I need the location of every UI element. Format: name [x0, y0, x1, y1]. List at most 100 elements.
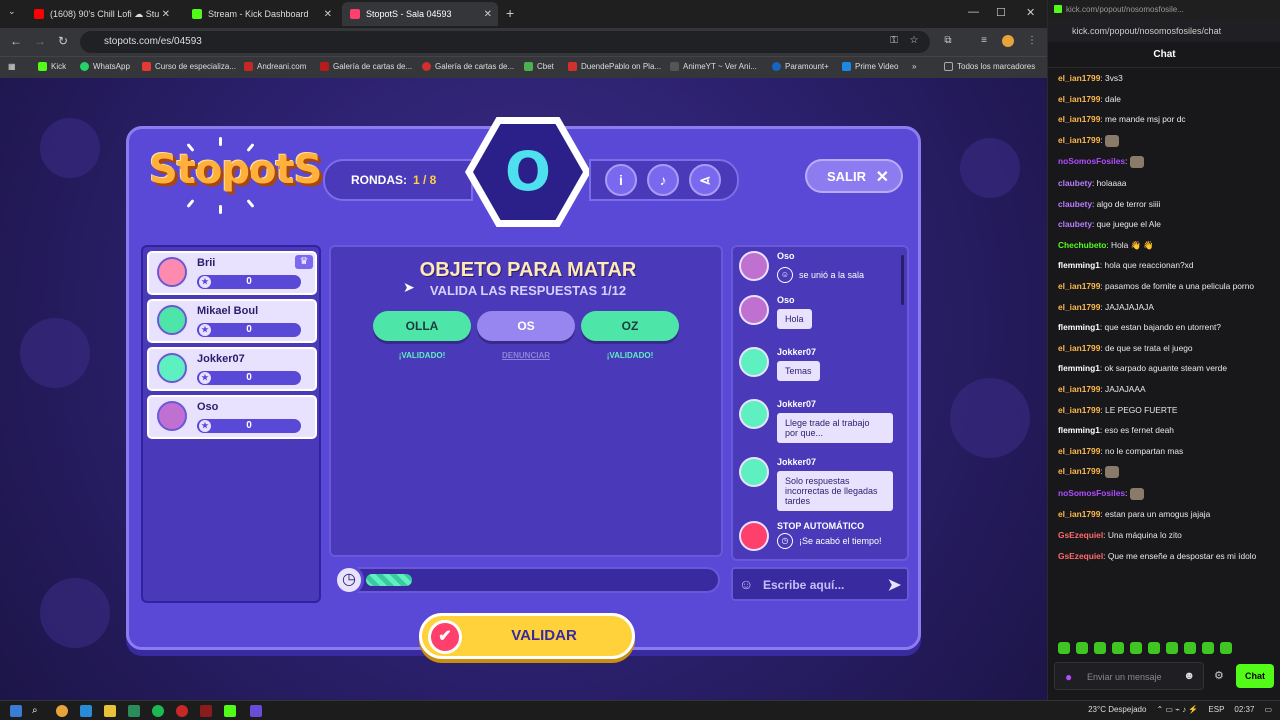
extensions-icon[interactable]: ⧉: [942, 35, 954, 47]
chrome-icon[interactable]: [56, 705, 68, 717]
profile-avatar[interactable]: [1002, 35, 1014, 47]
chat-username[interactable]: flemming1: [1058, 363, 1100, 373]
kick-message-input[interactable]: ● Enviar un mensaje ☻: [1054, 662, 1204, 690]
send-icon[interactable]: ➤: [888, 575, 901, 595]
menu-icon[interactable]: ⋮: [1026, 35, 1038, 47]
stopots-app-icon[interactable]: [250, 705, 262, 717]
chat-input[interactable]: ☺ Escribe aquí... ➤: [731, 567, 909, 601]
spotify-icon[interactable]: [152, 705, 164, 717]
tab-youtube[interactable]: (1608) 90's Chill Lofi ☁ Stu ✕: [26, 2, 176, 26]
emote-icon[interactable]: [1076, 642, 1088, 654]
chat-scrollbar[interactable]: [901, 255, 904, 305]
tab-search-icon[interactable]: ⌄: [8, 6, 16, 17]
forward-icon[interactable]: →: [34, 34, 46, 48]
bookmark-paramount[interactable]: Paramount+: [772, 62, 829, 71]
address-bar[interactable]: stopots.com/es/04593: [80, 31, 930, 53]
chat-username[interactable]: noSomosFosiles: [1058, 488, 1125, 498]
chat-username[interactable]: claubety: [1058, 178, 1092, 188]
back-icon[interactable]: ←: [10, 34, 22, 48]
exit-button[interactable]: SALIR ✕: [805, 159, 903, 193]
chat-username[interactable]: el_ian1799: [1058, 467, 1100, 477]
chat-username[interactable]: el_ian1799: [1058, 384, 1100, 394]
close-icon[interactable]: ✕: [162, 9, 170, 20]
bookmark-curso[interactable]: Curso de especializa...: [142, 62, 236, 71]
chat-username[interactable]: claubety: [1058, 219, 1092, 229]
media-icon[interactable]: ≡: [978, 35, 990, 47]
clock[interactable]: 02:37: [1234, 705, 1254, 714]
chat-username[interactable]: flemming1: [1058, 322, 1100, 332]
answer-button[interactable]: OZ: [581, 311, 679, 341]
validate-button[interactable]: ✔ VALIDAR: [419, 613, 635, 659]
answer-button[interactable]: OLLA: [373, 311, 471, 341]
folder-icon[interactable]: [104, 705, 116, 717]
notifications-icon[interactable]: ▭: [1264, 705, 1272, 714]
sound-icon[interactable]: ♪: [647, 164, 679, 196]
emote-icon[interactable]: [1184, 642, 1196, 654]
chat-username[interactable]: el_ian1799: [1058, 73, 1100, 83]
info-icon[interactable]: i: [605, 164, 637, 196]
chat-username[interactable]: flemming1: [1058, 260, 1100, 270]
bookmark-all[interactable]: Todos los marcadores: [944, 62, 1035, 71]
maximize-icon[interactable]: ☐: [996, 6, 1006, 19]
bookmark-andreani[interactable]: Andreani.com: [244, 62, 306, 71]
search-icon[interactable]: ⌕: [32, 705, 44, 717]
opera-icon[interactable]: [176, 705, 188, 717]
bookmark-cbet[interactable]: Cbet: [524, 62, 554, 71]
reload-icon[interactable]: ↻: [58, 34, 68, 48]
bookmark-galeria-1[interactable]: Galería de cartas de...: [320, 62, 412, 71]
store-icon[interactable]: [128, 705, 140, 717]
close-icon[interactable]: ✕: [484, 9, 492, 20]
chat-username[interactable]: el_ian1799: [1058, 343, 1100, 353]
emote-icon[interactable]: [1058, 642, 1070, 654]
chat-username[interactable]: el_ian1799: [1058, 302, 1100, 312]
chat-username[interactable]: el_ian1799: [1058, 114, 1100, 124]
bookmark-whatsapp[interactable]: WhatsApp: [80, 62, 130, 71]
language[interactable]: ESP: [1208, 705, 1224, 714]
emoji-icon[interactable]: ☺: [739, 576, 753, 592]
tray-icons[interactable]: ⌃ ▭ ⌁ ♪ ⚡: [1156, 705, 1198, 714]
kick-icon[interactable]: [224, 705, 236, 717]
chat-username[interactable]: el_ian1799: [1058, 135, 1100, 145]
more-bookmarks-icon[interactable]: »: [912, 62, 916, 71]
bookmark-galeria-2[interactable]: Galería de cartas de...: [422, 62, 514, 71]
bookmark-duendepablo[interactable]: DuendePablo on Pla...: [568, 62, 661, 71]
emote-icon[interactable]: [1166, 642, 1178, 654]
weather[interactable]: 23°C Despejado: [1088, 705, 1146, 714]
emote-icon[interactable]: [1112, 642, 1124, 654]
emote-icon[interactable]: [1130, 642, 1142, 654]
chat-username[interactable]: claubety: [1058, 199, 1092, 209]
copilot-icon[interactable]: [80, 705, 92, 717]
chat-username[interactable]: el_ian1799: [1058, 94, 1100, 104]
app-icon[interactable]: [200, 705, 212, 717]
password-key-icon[interactable]: ⚿: [888, 35, 900, 47]
chat-send-button[interactable]: Chat: [1236, 664, 1274, 688]
chat-username[interactable]: GsEzequiel: [1058, 530, 1103, 540]
windows-icon[interactable]: [10, 705, 22, 717]
emote-icon[interactable]: [1202, 642, 1214, 654]
minimize-icon[interactable]: —: [968, 6, 979, 18]
answer-button[interactable]: OS: [477, 311, 575, 341]
new-tab-icon[interactable]: +: [506, 5, 514, 21]
chat-username[interactable]: el_ian1799: [1058, 509, 1100, 519]
chat-username[interactable]: Chechubeto: [1058, 240, 1106, 250]
report-link[interactable]: DENUNCIAR: [477, 351, 575, 360]
chat-username[interactable]: GsEzequiel: [1058, 551, 1103, 561]
chat-username[interactable]: el_ian1799: [1058, 405, 1100, 415]
emote-icon[interactable]: [1094, 642, 1106, 654]
close-window-icon[interactable]: ✕: [1026, 6, 1035, 19]
chat-username[interactable]: flemming1: [1058, 425, 1100, 435]
apps-icon[interactable]: ▦: [8, 62, 16, 71]
close-icon[interactable]: ✕: [324, 9, 332, 20]
bookmark-animeyt[interactable]: AnimeYT ~ Ver Ani...: [670, 62, 757, 71]
emote-icon[interactable]: [1220, 642, 1232, 654]
tab-stopots[interactable]: StopotS - Sala 04593 ✕: [342, 2, 498, 26]
bookmark-kick[interactable]: Kick: [38, 62, 66, 71]
bookmark-star-icon[interactable]: ☆: [908, 35, 920, 47]
share-icon[interactable]: ⋖: [689, 164, 721, 196]
chat-username[interactable]: el_ian1799: [1058, 281, 1100, 291]
chat-username[interactable]: noSomosFosiles: [1058, 157, 1125, 167]
emote-icon[interactable]: [1148, 642, 1160, 654]
tab-kick-dashboard[interactable]: Stream - Kick Dashboard ✕: [184, 2, 338, 26]
bookmark-prime[interactable]: Prime Video: [842, 62, 898, 71]
emoji-icon[interactable]: ☻: [1183, 670, 1195, 682]
